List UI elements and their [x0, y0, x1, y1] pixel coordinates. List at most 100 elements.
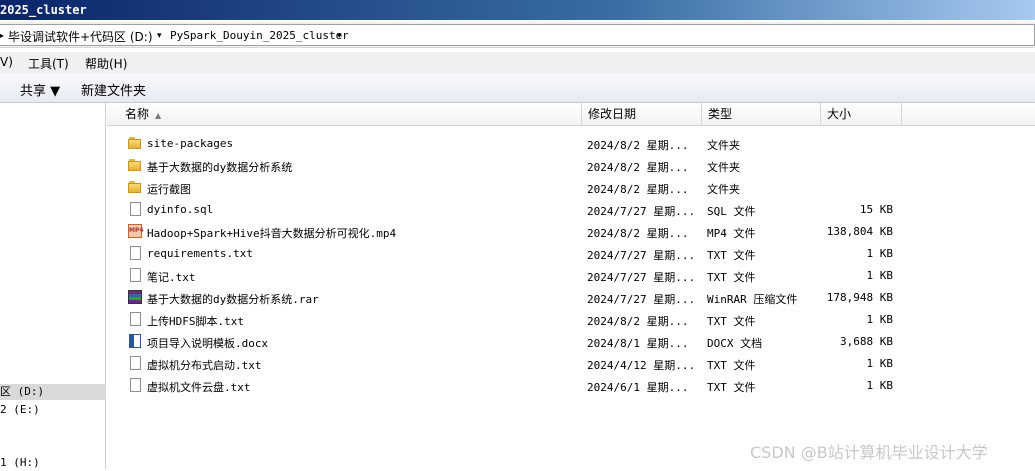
table-row[interactable]: 虚拟机分布式启动.txt 2024/4/12 星期... TXT 文件 1 KB	[107, 352, 1035, 374]
table-row[interactable]: 笔记.txt 2024/7/27 星期... TXT 文件 1 KB	[107, 264, 1035, 286]
file-date: 2024/8/1 星期...	[587, 337, 689, 350]
file-date: 2024/6/1 星期...	[587, 381, 689, 394]
new-folder-button[interactable]: 新建文件夹	[81, 80, 146, 99]
nav-item-drive-d[interactable]: 区 (D:)	[0, 384, 106, 400]
file-date: 2024/7/27 星期...	[587, 271, 696, 284]
breadcrumb-chevron-icon[interactable]: ▾	[157, 31, 162, 41]
file-type: TXT 文件	[707, 249, 756, 262]
menu-bar: V) 工具(T) 帮助(H)	[0, 52, 1035, 74]
file-date: 2024/7/27 星期...	[587, 293, 696, 306]
file-list[interactable]: 名称 ▲ 修改日期 类型 大小 site-packages 2024/8/2 星期.…	[107, 103, 1035, 469]
file-date: 2024/8/2 星期...	[587, 315, 689, 328]
file-type: 文件夹	[707, 161, 740, 174]
file-date: 2024/8/2 星期...	[587, 139, 689, 152]
watermark-text: CSDN @B站计算机毕业设计大学	[750, 443, 988, 462]
document-icon	[127, 355, 143, 371]
table-row[interactable]: 虚拟机文件云盘.txt 2024/6/1 星期... TXT 文件 1 KB	[107, 374, 1035, 396]
table-row[interactable]: site-packages 2024/8/2 星期... 文件夹	[107, 132, 1035, 154]
column-size-header[interactable]: 大小	[821, 103, 902, 125]
document-icon	[127, 311, 143, 327]
file-date: 2024/8/2 星期...	[587, 183, 689, 196]
file-size: 1 KB	[866, 269, 894, 282]
column-type-label: 类型	[708, 107, 733, 121]
window-titlebar: 2025_cluster	[0, 0, 1035, 20]
file-type: SQL 文件	[707, 205, 756, 218]
breadcrumb-folder[interactable]: PySpark_Douyin_2025_cluster	[170, 29, 349, 42]
column-date-label: 修改日期	[588, 107, 637, 121]
file-type: 文件夹	[707, 183, 740, 196]
breadcrumb-dropdown-icon[interactable]: ▾	[337, 31, 342, 41]
file-type: TXT 文件	[707, 359, 756, 372]
file-name: requirements.txt	[147, 247, 253, 260]
rar-icon	[127, 289, 143, 305]
table-row[interactable]: 基于大数据的dy数据分析系统.rar 2024/7/27 星期... WinRAR …	[107, 286, 1035, 308]
address-bar[interactable]: ▸ 毕设调试软件+代码区 (D:) ▾ PySpark_Douyin_2025_…	[0, 24, 1035, 46]
table-row[interactable]: 运行截图 2024/8/2 星期... 文件夹	[107, 176, 1035, 198]
address-bar-area: ▸ 毕设调试软件+代码区 (D:) ▾ PySpark_Douyin_2025_…	[0, 22, 1035, 48]
folder-icon	[127, 179, 143, 195]
folder-icon	[127, 135, 143, 151]
file-date: 2024/8/2 星期...	[587, 161, 689, 174]
file-name: 上传HDFS脚本.txt	[147, 315, 244, 328]
menu-help[interactable]: 帮助(H)	[85, 55, 127, 72]
table-row[interactable]: requirements.txt 2024/7/27 星期... TXT 文件 1 K…	[107, 242, 1035, 264]
file-size: 178,948 KB	[826, 291, 893, 304]
file-name: 基于大数据的dy数据分析系统	[147, 161, 293, 174]
navigation-pane[interactable]: 区 (D:) 2 (E:) 1 (H:)	[0, 103, 106, 469]
table-row[interactable]: 项目导入说明模板.docx 2024/8/1 星期... DOCX 文档 3,688 …	[107, 330, 1035, 352]
mp4-icon	[127, 223, 143, 239]
file-name: 虚拟机分布式启动.txt	[147, 359, 262, 372]
column-date-header[interactable]: 修改日期	[582, 103, 702, 125]
file-name: 运行截图	[147, 183, 191, 196]
nav-item-drive-e[interactable]: 2 (E:)	[0, 402, 106, 418]
file-date: 2024/4/12 星期...	[587, 359, 696, 372]
file-size: 138,804 KB	[826, 225, 893, 238]
file-size: 1 KB	[866, 313, 894, 326]
document-icon	[127, 267, 143, 283]
file-name: 基于大数据的dy数据分析系统.rar	[147, 293, 319, 306]
file-type: TXT 文件	[707, 315, 756, 328]
table-row[interactable]: 基于大数据的dy数据分析系统 2024/8/2 星期... 文件夹	[107, 154, 1035, 176]
menu-tools[interactable]: 工具(T)	[28, 55, 69, 72]
table-row[interactable]: 上传HDFS脚本.txt 2024/8/2 星期... TXT 文件 1 KB	[107, 308, 1035, 330]
docx-icon	[127, 333, 143, 349]
column-name-label: 名称	[125, 107, 150, 121]
file-type: TXT 文件	[707, 271, 756, 284]
breadcrumb-drive[interactable]: 毕设调试软件+代码区 (D:)	[8, 28, 153, 45]
file-type: DOCX 文档	[707, 337, 763, 350]
file-name: dyinfo.sql	[147, 203, 214, 216]
file-size: 1 KB	[866, 357, 894, 370]
command-toolbar: 共享 ▼ 新建文件夹	[0, 75, 1035, 103]
file-size: 1 KB	[866, 247, 894, 260]
table-row[interactable]: dyinfo.sql 2024/7/27 星期... SQL 文件 15 KB	[107, 198, 1035, 220]
document-icon	[127, 377, 143, 393]
file-date: 2024/7/27 星期...	[587, 249, 696, 262]
file-date: 2024/7/27 星期...	[587, 205, 696, 218]
folder-icon	[127, 157, 143, 173]
file-size: 1 KB	[866, 379, 894, 392]
column-type-header[interactable]: 类型	[702, 103, 821, 125]
file-name: 项目导入说明模板.docx	[147, 337, 269, 350]
file-type: 文件夹	[707, 139, 740, 152]
table-row[interactable]: Hadoop+Spark+Hive抖音大数据分析可视化.mp4 2024/8/2 …	[107, 220, 1035, 242]
window-title: 2025_cluster	[0, 3, 87, 17]
file-name: 笔记.txt	[147, 271, 196, 284]
column-size-label: 大小	[827, 107, 852, 121]
chevron-right-icon[interactable]: ▸	[0, 28, 4, 42]
share-button[interactable]: 共享 ▼	[20, 80, 60, 99]
column-name-header[interactable]: 名称 ▲	[107, 103, 582, 125]
file-size: 3,688 KB	[840, 335, 893, 348]
document-icon	[127, 201, 143, 217]
file-type: MP4 文件	[707, 227, 756, 240]
file-size: 15 KB	[859, 203, 893, 216]
file-date: 2024/8/2 星期...	[587, 227, 689, 240]
file-name: 虚拟机文件云盘.txt	[147, 381, 251, 394]
file-name: Hadoop+Spark+Hive抖音大数据分析可视化.mp4	[147, 227, 397, 240]
sort-ascending-icon: ▲	[155, 111, 162, 120]
document-icon	[127, 245, 143, 261]
file-name: site-packages	[147, 137, 234, 150]
menu-view[interactable]: V)	[0, 55, 13, 69]
file-type: TXT 文件	[707, 381, 756, 394]
column-header-row: 名称 ▲ 修改日期 类型 大小	[107, 103, 1035, 126]
file-type: WinRAR 压缩文件	[707, 293, 798, 306]
